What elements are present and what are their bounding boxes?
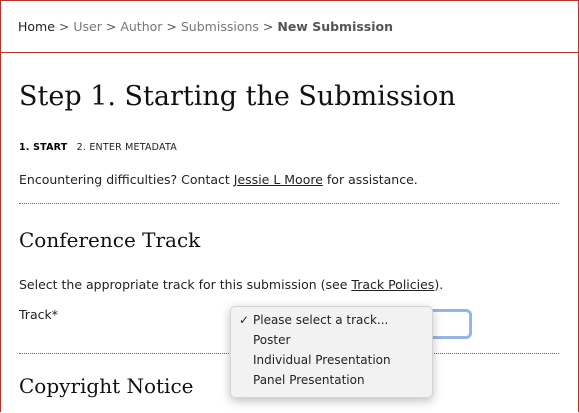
step-indicator: 1. START 2. ENTER METADATA [19, 142, 177, 154]
track-policies-link[interactable]: Track Policies [351, 277, 434, 292]
track-option-label: Panel Presentation [253, 373, 365, 387]
copyright-notice-heading: Copyright Notice [19, 374, 194, 398]
page-frame: Home > User > Author > Submissions > New… [0, 0, 579, 412]
help-prefix: Encountering difficulties? Contact [19, 172, 230, 187]
breadcrumb: Home > User > Author > Submissions > New… [1, 1, 578, 53]
breadcrumb-current: New Submission [277, 19, 394, 34]
track-option-label: Individual Presentation [253, 353, 391, 367]
track-description-suffix: ). [434, 277, 444, 292]
track-option-poster[interactable]: Poster [231, 330, 432, 350]
step-start: 1. START [19, 142, 68, 153]
conference-track-heading: Conference Track [19, 228, 201, 252]
track-label: Track* [19, 307, 58, 322]
help-suffix: for assistance. [326, 172, 418, 187]
breadcrumb-separator: > [166, 19, 177, 34]
breadcrumb-separator: > [262, 19, 274, 34]
breadcrumb-submissions[interactable]: Submissions [181, 19, 259, 34]
track-option-select[interactable]: ✓ Please select a track... [231, 310, 432, 330]
step-enter-metadata: 2. ENTER METADATA [76, 142, 177, 153]
track-option-label: Please select a track... [253, 313, 389, 327]
page-title: Step 1. Starting the Submission [19, 81, 456, 112]
section-divider [19, 203, 559, 204]
track-option-individual-presentation[interactable]: Individual Presentation [231, 350, 432, 370]
track-description-prefix: Select the appropriate track for this su… [19, 277, 348, 292]
checkmark-icon: ✓ [239, 313, 250, 327]
track-description: Select the appropriate track for this su… [19, 277, 443, 293]
contact-link[interactable]: Jessie L Moore [234, 172, 323, 187]
breadcrumb-separator: > [105, 19, 117, 34]
breadcrumb-home[interactable]: Home [18, 19, 55, 34]
breadcrumb-separator: > [58, 19, 70, 34]
track-option-panel-presentation[interactable]: Panel Presentation [231, 370, 432, 390]
track-option-label: Poster [253, 333, 291, 347]
track-dropdown-menu[interactable]: ✓ Please select a track... Poster Indivi… [230, 306, 433, 398]
breadcrumb-user[interactable]: User [73, 19, 102, 34]
breadcrumb-author[interactable]: Author [120, 19, 162, 34]
help-text: Encountering difficulties? Contact Jessi… [19, 172, 418, 188]
